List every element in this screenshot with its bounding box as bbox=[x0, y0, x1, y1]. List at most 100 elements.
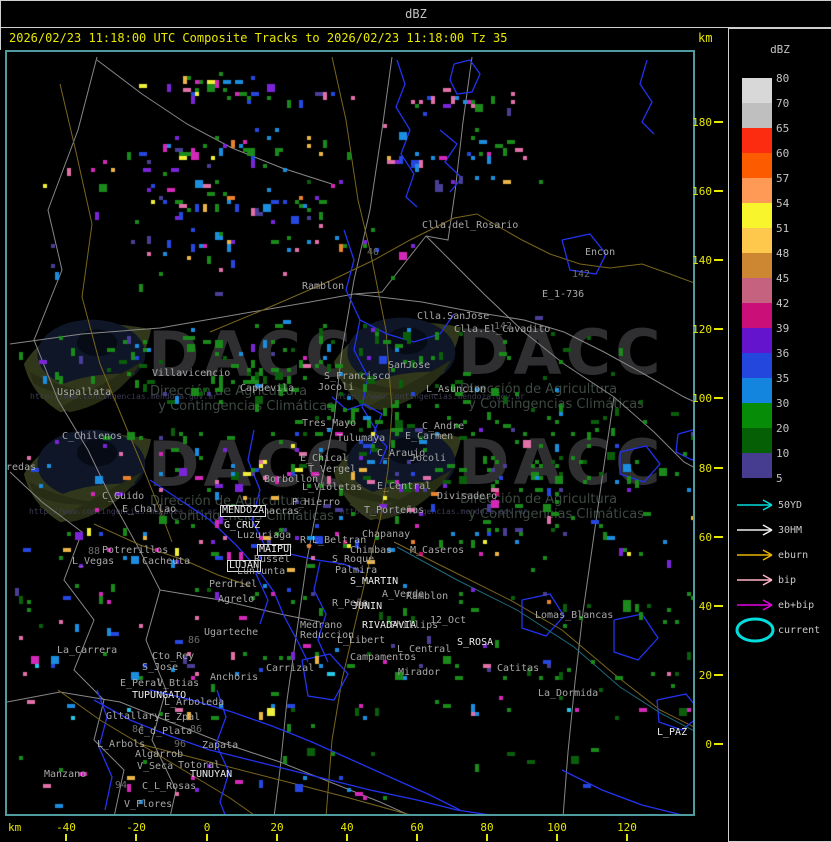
bottom-axis-unit-label: km bbox=[8, 821, 22, 834]
route-number-label: 142 bbox=[572, 269, 591, 280]
place-label: Jocoli bbox=[410, 453, 447, 464]
place-label: Lunlunta bbox=[237, 566, 286, 577]
place-label: L_Asuncion bbox=[426, 384, 487, 395]
radar-screen: dBZ 2026/02/23 11:18:00 UTC Composite Tr… bbox=[0, 0, 832, 842]
place-label: E_Peral bbox=[120, 678, 163, 689]
legend-item-label: bip bbox=[778, 575, 797, 586]
city-label: L_PAZ bbox=[657, 727, 688, 738]
right-axis-tick-label: 160 bbox=[692, 185, 712, 198]
place-label: aredas bbox=[6, 462, 37, 473]
bip-arrow-icon bbox=[737, 574, 773, 586]
place-label: Capdevila bbox=[240, 383, 295, 394]
bottom-axis-tick-label: 0 bbox=[203, 821, 211, 834]
place-label: Catitas bbox=[497, 663, 540, 674]
place-label: Agrelo bbox=[218, 594, 255, 605]
eb+bip-arrow-icon bbox=[737, 599, 773, 611]
bottom-axis-tick-label: 120 bbox=[617, 821, 637, 834]
place-label: Luzuriaga bbox=[237, 530, 292, 541]
city-label: S_ROSA bbox=[457, 637, 494, 648]
place-label: Manzano bbox=[44, 769, 87, 780]
place-label: Chapanay bbox=[362, 529, 411, 540]
right-axis-tick-label: 120 bbox=[692, 323, 712, 336]
place-label: P_Hierro bbox=[292, 497, 341, 508]
place-label: Uspallata bbox=[57, 387, 112, 398]
place-label: Encon bbox=[585, 247, 616, 258]
right-axis-tick-label: 20 bbox=[698, 669, 712, 682]
right-axis-tick-mark bbox=[714, 674, 723, 676]
legend-item-label: 30HM bbox=[778, 525, 803, 536]
legend-item-label: 50YD bbox=[778, 500, 803, 511]
route-number-label: 96 bbox=[174, 739, 187, 750]
right-axis-tick-label: 80 bbox=[698, 462, 712, 475]
right-axis-tick-mark bbox=[714, 190, 723, 192]
place-label: Algarrob bbox=[135, 749, 184, 760]
city-label: S_MARTIN bbox=[350, 576, 399, 587]
place-label: Cacheuta bbox=[142, 556, 191, 567]
right-axis-tick-mark bbox=[714, 605, 723, 607]
bottom-axis-tick-label: 80 bbox=[480, 821, 494, 834]
route-number-label: 86 bbox=[190, 724, 203, 735]
place-label: Ramblon bbox=[302, 281, 345, 292]
bottom-axis-tick-label: 20 bbox=[270, 821, 284, 834]
place-label: Potrerillos bbox=[102, 545, 169, 556]
place-label: Tulumaya bbox=[337, 433, 386, 444]
map-label-layer: Uspallata C_Chilenosaredas C_Guido E_Challa… bbox=[7, 52, 693, 814]
place-label: V_Seca bbox=[137, 761, 174, 772]
place-label: C_Guido bbox=[102, 491, 145, 502]
bottom-axis-tick-mark bbox=[135, 834, 137, 841]
place-label: E_1-736 bbox=[542, 289, 585, 300]
place-label: SanJose bbox=[388, 360, 431, 371]
right-axis-tick-label: 180 bbox=[692, 116, 712, 129]
50YD-arrow-icon bbox=[737, 499, 773, 511]
right-axis-tick-label: 140 bbox=[692, 254, 712, 267]
right-axis-tick-mark bbox=[714, 121, 723, 123]
place-label: L_Vegas bbox=[72, 556, 115, 567]
bottom-axis-tick-mark bbox=[346, 834, 348, 841]
place-label: Palmira bbox=[335, 565, 378, 576]
place-label: L_Violetas bbox=[302, 482, 363, 493]
place-label: C_L_Rosas bbox=[142, 781, 197, 792]
right-axis-tick-mark bbox=[714, 328, 723, 330]
route-number-label: 86 bbox=[188, 635, 201, 646]
place-label: E_Chical bbox=[300, 453, 349, 464]
place-label: C_Chilenos bbox=[62, 431, 123, 442]
bottom-axis-tick-mark bbox=[486, 834, 488, 841]
city-label: TUNUYAN bbox=[190, 769, 233, 780]
place-label: Lomas_Blancas bbox=[535, 610, 614, 621]
right-axis-tick-mark bbox=[714, 536, 723, 538]
bottom-axis-tick-label: -20 bbox=[126, 821, 146, 834]
place-label: V_Btias bbox=[157, 678, 200, 689]
place-label: Carrizal bbox=[266, 663, 315, 674]
place-label: Clla.del_Rosario bbox=[422, 220, 519, 231]
current-track-ellipse-icon bbox=[735, 617, 775, 643]
legend-symbols bbox=[735, 499, 775, 643]
title-dbz: dBZ bbox=[405, 7, 427, 21]
place-label: Divisadero bbox=[437, 491, 498, 502]
place-label: Cto_Rey bbox=[152, 651, 195, 662]
place-label: Perdriel bbox=[209, 579, 258, 590]
place-label: L_Libert bbox=[337, 635, 386, 646]
place-label: T_Porteñas bbox=[364, 505, 425, 516]
header-strip: 2026/02/23 11:18:00 UTC Composite Tracks… bbox=[0, 28, 728, 50]
title-bar: dBZ bbox=[0, 0, 832, 28]
bottom-axis-tick-label: 100 bbox=[547, 821, 567, 834]
right-axis-tick-label: 100 bbox=[692, 392, 712, 405]
place-label: Zapata bbox=[202, 740, 239, 751]
place-label: Ramblon bbox=[406, 591, 449, 602]
city-label: JUNIN bbox=[352, 601, 383, 612]
place-label: E_Zpal bbox=[164, 712, 201, 723]
bottom-axis-tick-mark bbox=[276, 834, 278, 841]
city-label: MENDOZA bbox=[220, 505, 267, 517]
place-label: La_Dormida bbox=[538, 688, 599, 699]
right-axis-tick-label: 0 bbox=[705, 738, 712, 751]
route-number-label: 84 bbox=[132, 724, 145, 735]
place-label: Gltallary bbox=[106, 711, 161, 722]
30HM-arrow-icon bbox=[737, 524, 773, 536]
bottom-axis-tick-label: -40 bbox=[56, 821, 76, 834]
radar-map: DACCDirección de Agricultura y Contingen… bbox=[5, 50, 695, 816]
place-label: Ugarteche bbox=[204, 627, 259, 638]
place-label: E_Challao bbox=[122, 504, 177, 515]
place-label: C_d_Plata bbox=[138, 726, 193, 737]
legend-item-label: current bbox=[778, 625, 821, 636]
place-label: E_Carmen bbox=[405, 431, 454, 442]
